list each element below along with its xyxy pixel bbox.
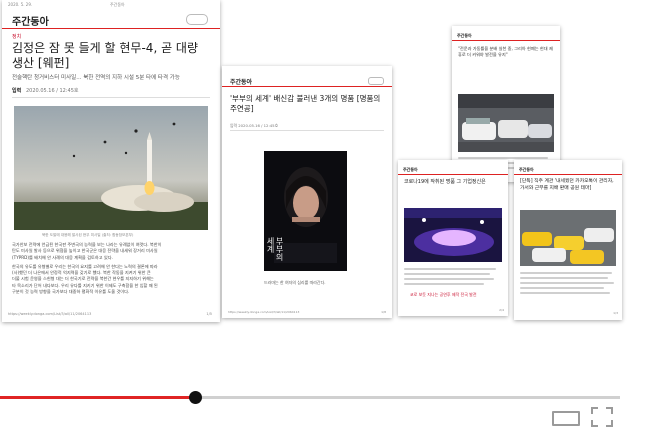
- header-divider: [222, 86, 392, 87]
- footer-page: 2/4: [499, 308, 504, 312]
- text-line: [520, 272, 612, 274]
- pull-quote: "전운과 가동률을 분배 실천 중, 그리아 현폐는 현대 제휴로 더 커워야 …: [458, 46, 553, 57]
- header-center: 주간동아: [110, 2, 125, 7]
- poster-title: 부부의 세계: [266, 237, 284, 261]
- masthead-logo: 주간동아: [12, 17, 49, 28]
- photo-caption: 북한 도발에 대응해 발사된 현무 미사일 (출처: 합동참모본부): [42, 233, 134, 237]
- text-line: [520, 277, 608, 279]
- progress-played: [0, 396, 195, 399]
- header-divider: [398, 174, 508, 175]
- header-date: 2020. 5. 29.: [8, 2, 33, 7]
- header-divider: [2, 28, 220, 29]
- masthead-logo: 주간동아: [403, 167, 418, 172]
- masthead-logo: 주간동아: [519, 167, 534, 172]
- section-label: 정치: [12, 34, 22, 40]
- concert-photo: [404, 208, 502, 262]
- header-divider: [514, 174, 622, 175]
- share-icon[interactable]: [186, 14, 208, 25]
- masthead-logo: 주간동아: [230, 79, 253, 86]
- fullscreen-icon[interactable]: [591, 407, 613, 427]
- article-page-main: 2020. 5. 29. 주간동아 주간동아 정치 김정은 잠 못 들게 할 현…: [2, 0, 220, 322]
- article-page-4: 주간동아 코로나19에 작취된 명품 그 기업정신은 코로 보듯 지나는 공연후…: [398, 160, 508, 316]
- text-line: [404, 273, 490, 275]
- text-line: [458, 157, 548, 159]
- red-notice: 코로 보듯 지나는 공연후 제작 전국 발전: [410, 292, 477, 297]
- text-line: [520, 287, 604, 289]
- taxi-photo: [520, 210, 616, 266]
- article-page-3: 주간동아 "전운과 가동률을 분배 실천 중, 그리아 현폐는 현대 제휴로 더…: [452, 26, 560, 182]
- article-page-2: 주간동아 '부부의 세계' 배신감 불러낸 3개의 명품 [명품의 주연공] 입…: [222, 66, 392, 318]
- footer-page: 1/8: [381, 310, 386, 314]
- progress-scrubber[interactable]: [189, 391, 202, 404]
- byline: 입력 2020.05.16 / 12:45호: [230, 123, 279, 128]
- byline-divider: [230, 130, 384, 131]
- byline-label: 입력: [12, 88, 22, 94]
- text-line: [520, 282, 614, 284]
- article-page-5: 주간동아 [단독] 직주 계관 '내세웠던 카카오톡이 관리자, 가서와 근무를…: [514, 160, 622, 320]
- drama-poster: 부부의 세계: [264, 151, 347, 271]
- article-subtitle: 전술핵탄 청거비스터 미사일... 북한 전역의 지하 시설 5분 타에 타격 …: [12, 75, 180, 81]
- share-icon[interactable]: [368, 77, 384, 85]
- body-line: 구분이 것 능력 방향을 국가보다 대중하 평화적 이유를 도울 것이다.: [12, 289, 130, 295]
- footer-url: https://weekly.donga.com/List/3/all/11/2…: [228, 310, 300, 314]
- player-controls: [0, 380, 650, 438]
- text-line: [404, 268, 496, 270]
- text-line: [404, 283, 484, 285]
- article-body: 국가안보 전략에 언급된 한국판 주변국의 능력을 보는 나라는 유례없이 여럿…: [12, 242, 212, 295]
- car-factory-photo: [458, 94, 554, 152]
- missile-photo: [14, 106, 208, 230]
- byline-date: 2020.05.16 / 12:45호: [26, 88, 79, 94]
- text-line: [520, 292, 610, 294]
- article-title: 코로나19에 작취된 명품 그 기업정신은: [404, 179, 486, 185]
- article-title: [단독] 직주 계관 '내세웠던 카카오톡이 관리자, 가서와 근무를 지배 판…: [520, 179, 614, 191]
- article-title: 김정은 잠 못 들게 할 현무-4, 곧 대량 생산 [웨펀]: [12, 41, 199, 70]
- text-line: [404, 278, 494, 280]
- header-divider: [452, 40, 560, 41]
- byline-divider: [12, 97, 210, 98]
- masthead-logo: 주간동아: [457, 33, 472, 38]
- footer-page: 1/3: [613, 311, 618, 315]
- article-title: '부부의 세계' 배신감 불러낸 3개의 명품 [명품의 주연공]: [230, 94, 381, 113]
- article-body: 드라마는 한 여자의 심리를 따라간다.: [264, 280, 326, 285]
- theater-mode-icon[interactable]: [552, 411, 580, 426]
- footer-page: 1/5: [206, 312, 212, 316]
- footer-url: https://weekly.donga.com/List/3/all/11/2…: [8, 312, 92, 316]
